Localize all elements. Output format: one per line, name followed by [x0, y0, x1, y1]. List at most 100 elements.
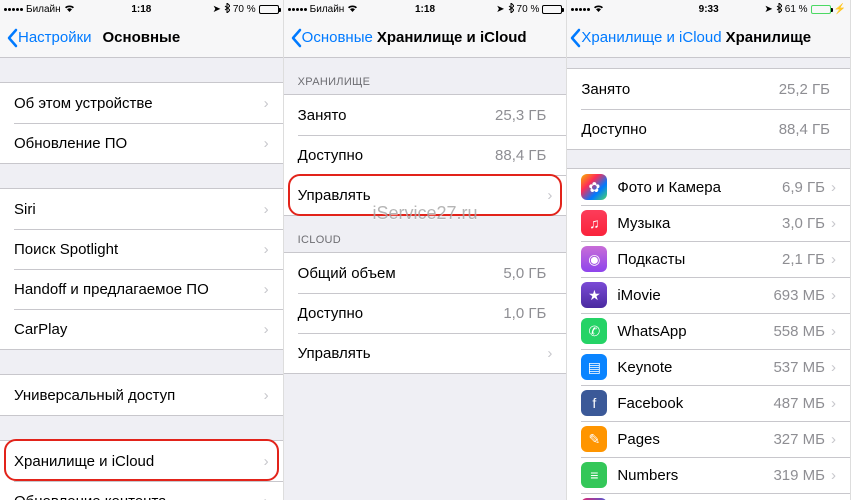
chevron-left-icon [6, 28, 18, 48]
group-summary: Занято25,2 ГБ Доступно88,4 ГБ [567, 68, 850, 150]
app-label: Подкасты [617, 251, 782, 268]
clock: 1:18 [415, 4, 435, 15]
row-app[interactable]: ▤Keynote537 МБ› [567, 349, 850, 385]
status-bar: Билайн 1:18 ➤ 70 % [0, 0, 283, 18]
battery-icon [259, 5, 279, 14]
row-used: Занято25,2 ГБ [567, 69, 850, 109]
chevron-right-icon: › [264, 241, 269, 258]
wifi-icon [347, 4, 358, 15]
row-app[interactable]: ≡Numbers319 МБ› [567, 457, 850, 493]
row-handoff[interactable]: Handoff и предлагаемое ПО› [0, 269, 283, 309]
chevron-right-icon: › [831, 395, 836, 412]
chevron-right-icon: › [547, 187, 552, 204]
screen-storage-detail: 9:33 ➤ 61 % ⚡ Хранилище и iCloud Хранили… [567, 0, 851, 500]
app-size: 6,9 ГБ [782, 179, 825, 196]
location-icon: ➤ [212, 4, 220, 15]
app-label: Музыка [617, 215, 782, 232]
chevron-left-icon [290, 28, 302, 48]
chevron-right-icon: › [831, 323, 836, 340]
app-label: WhatsApp [617, 323, 773, 340]
chevron-right-icon: › [264, 453, 269, 470]
signal-icon [571, 8, 590, 11]
app-label: Keynote [617, 359, 773, 376]
group-about: Об этом устройстве › Обновление ПО › [0, 82, 283, 164]
wifi-icon [593, 4, 604, 15]
app-size: 487 МБ [773, 395, 825, 412]
row-app[interactable]: ♫ Музыка3,0 ГБ › [567, 205, 850, 241]
status-bar: 9:33 ➤ 61 % ⚡ [567, 0, 850, 18]
chevron-right-icon: › [264, 387, 269, 404]
group-icloud: Общий объем5,0 ГБ Доступно1,0 ГБ Управля… [284, 252, 567, 374]
row-software-update[interactable]: Обновление ПО › [0, 123, 283, 163]
location-icon: ➤ [496, 4, 504, 15]
app-icon: ✆ [581, 318, 607, 344]
nav-bar: Основные Хранилище и iCloud [284, 18, 567, 58]
row-app[interactable]: ★iMovie693 МБ› [567, 277, 850, 313]
chevron-right-icon: › [831, 251, 836, 268]
storage-detail-list[interactable]: Занято25,2 ГБ Доступно88,4 ГБ ✿Фото и Ка… [567, 58, 850, 500]
chevron-right-icon: › [264, 95, 269, 112]
app-icon: ≡ [581, 462, 607, 488]
app-size: 2,1 ГБ [782, 251, 825, 268]
bluetooth-icon [508, 3, 514, 16]
app-icon: ✿ [581, 174, 607, 200]
row-app[interactable]: ✆ WhatsApp558 МБ › [567, 313, 850, 349]
row-manage-icloud[interactable]: Управлять› [284, 333, 567, 373]
app-icon: f [581, 390, 607, 416]
row-app[interactable]: ◉Instagram274 МБ› [567, 493, 850, 500]
app-icon: ◉ [581, 246, 607, 272]
chevron-right-icon: › [264, 281, 269, 298]
app-size: 3,0 ГБ [782, 215, 825, 232]
chevron-right-icon: › [264, 493, 269, 500]
chevron-right-icon: › [264, 135, 269, 152]
back-button[interactable]: Настройки [6, 28, 92, 48]
row-used: Занято25,3 ГБ [284, 95, 567, 135]
row-app[interactable]: f Facebook487 МБ › [567, 385, 850, 421]
chevron-right-icon: › [831, 215, 836, 232]
row-background-refresh[interactable]: Обновление контента› [0, 481, 283, 500]
row-icloud-available: Доступно1,0 ГБ [284, 293, 567, 333]
row-about-device[interactable]: Об этом устройстве › [0, 83, 283, 123]
row-accessibility[interactable]: Универсальный доступ› [0, 375, 283, 415]
clock: 1:18 [131, 4, 151, 15]
app-label: Numbers [617, 467, 773, 484]
chevron-right-icon: › [831, 431, 836, 448]
group-accessibility: Универсальный доступ› [0, 374, 283, 416]
app-icon: ♫ [581, 210, 607, 236]
row-available: Доступно88,4 ГБ [284, 135, 567, 175]
back-button[interactable]: Хранилище и iCloud [569, 28, 721, 48]
row-siri[interactable]: Siri› [0, 189, 283, 229]
chevron-right-icon: › [264, 321, 269, 338]
chevron-right-icon: › [264, 201, 269, 218]
section-header-storage: Хранилище [284, 58, 567, 94]
app-label: Facebook [617, 395, 773, 412]
settings-list[interactable]: Об этом устройстве › Обновление ПО › Sir… [0, 58, 283, 500]
back-label: Настройки [18, 29, 92, 46]
location-icon: ➤ [764, 4, 772, 15]
bluetooth-icon [224, 3, 230, 16]
chevron-right-icon: › [831, 179, 836, 196]
row-app[interactable]: ◉ Подкасты2,1 ГБ › [567, 241, 850, 277]
chevron-right-icon: › [831, 287, 836, 304]
battery-pct: 70 % [233, 4, 256, 15]
battery-icon [542, 5, 562, 14]
group-storage: Хранилище и iCloud› Обновление контента› [0, 440, 283, 500]
row-spotlight[interactable]: Поиск Spotlight› [0, 229, 283, 269]
row-storage-icloud[interactable]: Хранилище и iCloud› [0, 441, 283, 481]
app-label: Pages [617, 431, 773, 448]
signal-icon [288, 8, 307, 11]
group-storage: Занято25,3 ГБ Доступно88,4 ГБ Управлять› [284, 94, 567, 216]
row-app[interactable]: ✿Фото и Камера6,9 ГБ› [567, 169, 850, 205]
row-manage-storage[interactable]: Управлять› [284, 175, 567, 215]
back-button[interactable]: Основные [290, 28, 373, 48]
screen-general-settings: Билайн 1:18 ➤ 70 % Настройки Основные Об… [0, 0, 284, 500]
app-size: 558 МБ [773, 323, 825, 340]
app-icon: ▤ [581, 354, 607, 380]
app-size: 693 МБ [773, 287, 825, 304]
bluetooth-icon [776, 3, 782, 16]
row-app[interactable]: ✎Pages327 МБ› [567, 421, 850, 457]
page-title: Хранилище и iCloud [377, 29, 561, 46]
status-bar: Билайн 1:18 ➤ 70 % [284, 0, 567, 18]
storage-icloud-list[interactable]: Хранилище Занято25,3 ГБ Доступно88,4 ГБ … [284, 58, 567, 500]
row-carplay[interactable]: CarPlay› [0, 309, 283, 349]
